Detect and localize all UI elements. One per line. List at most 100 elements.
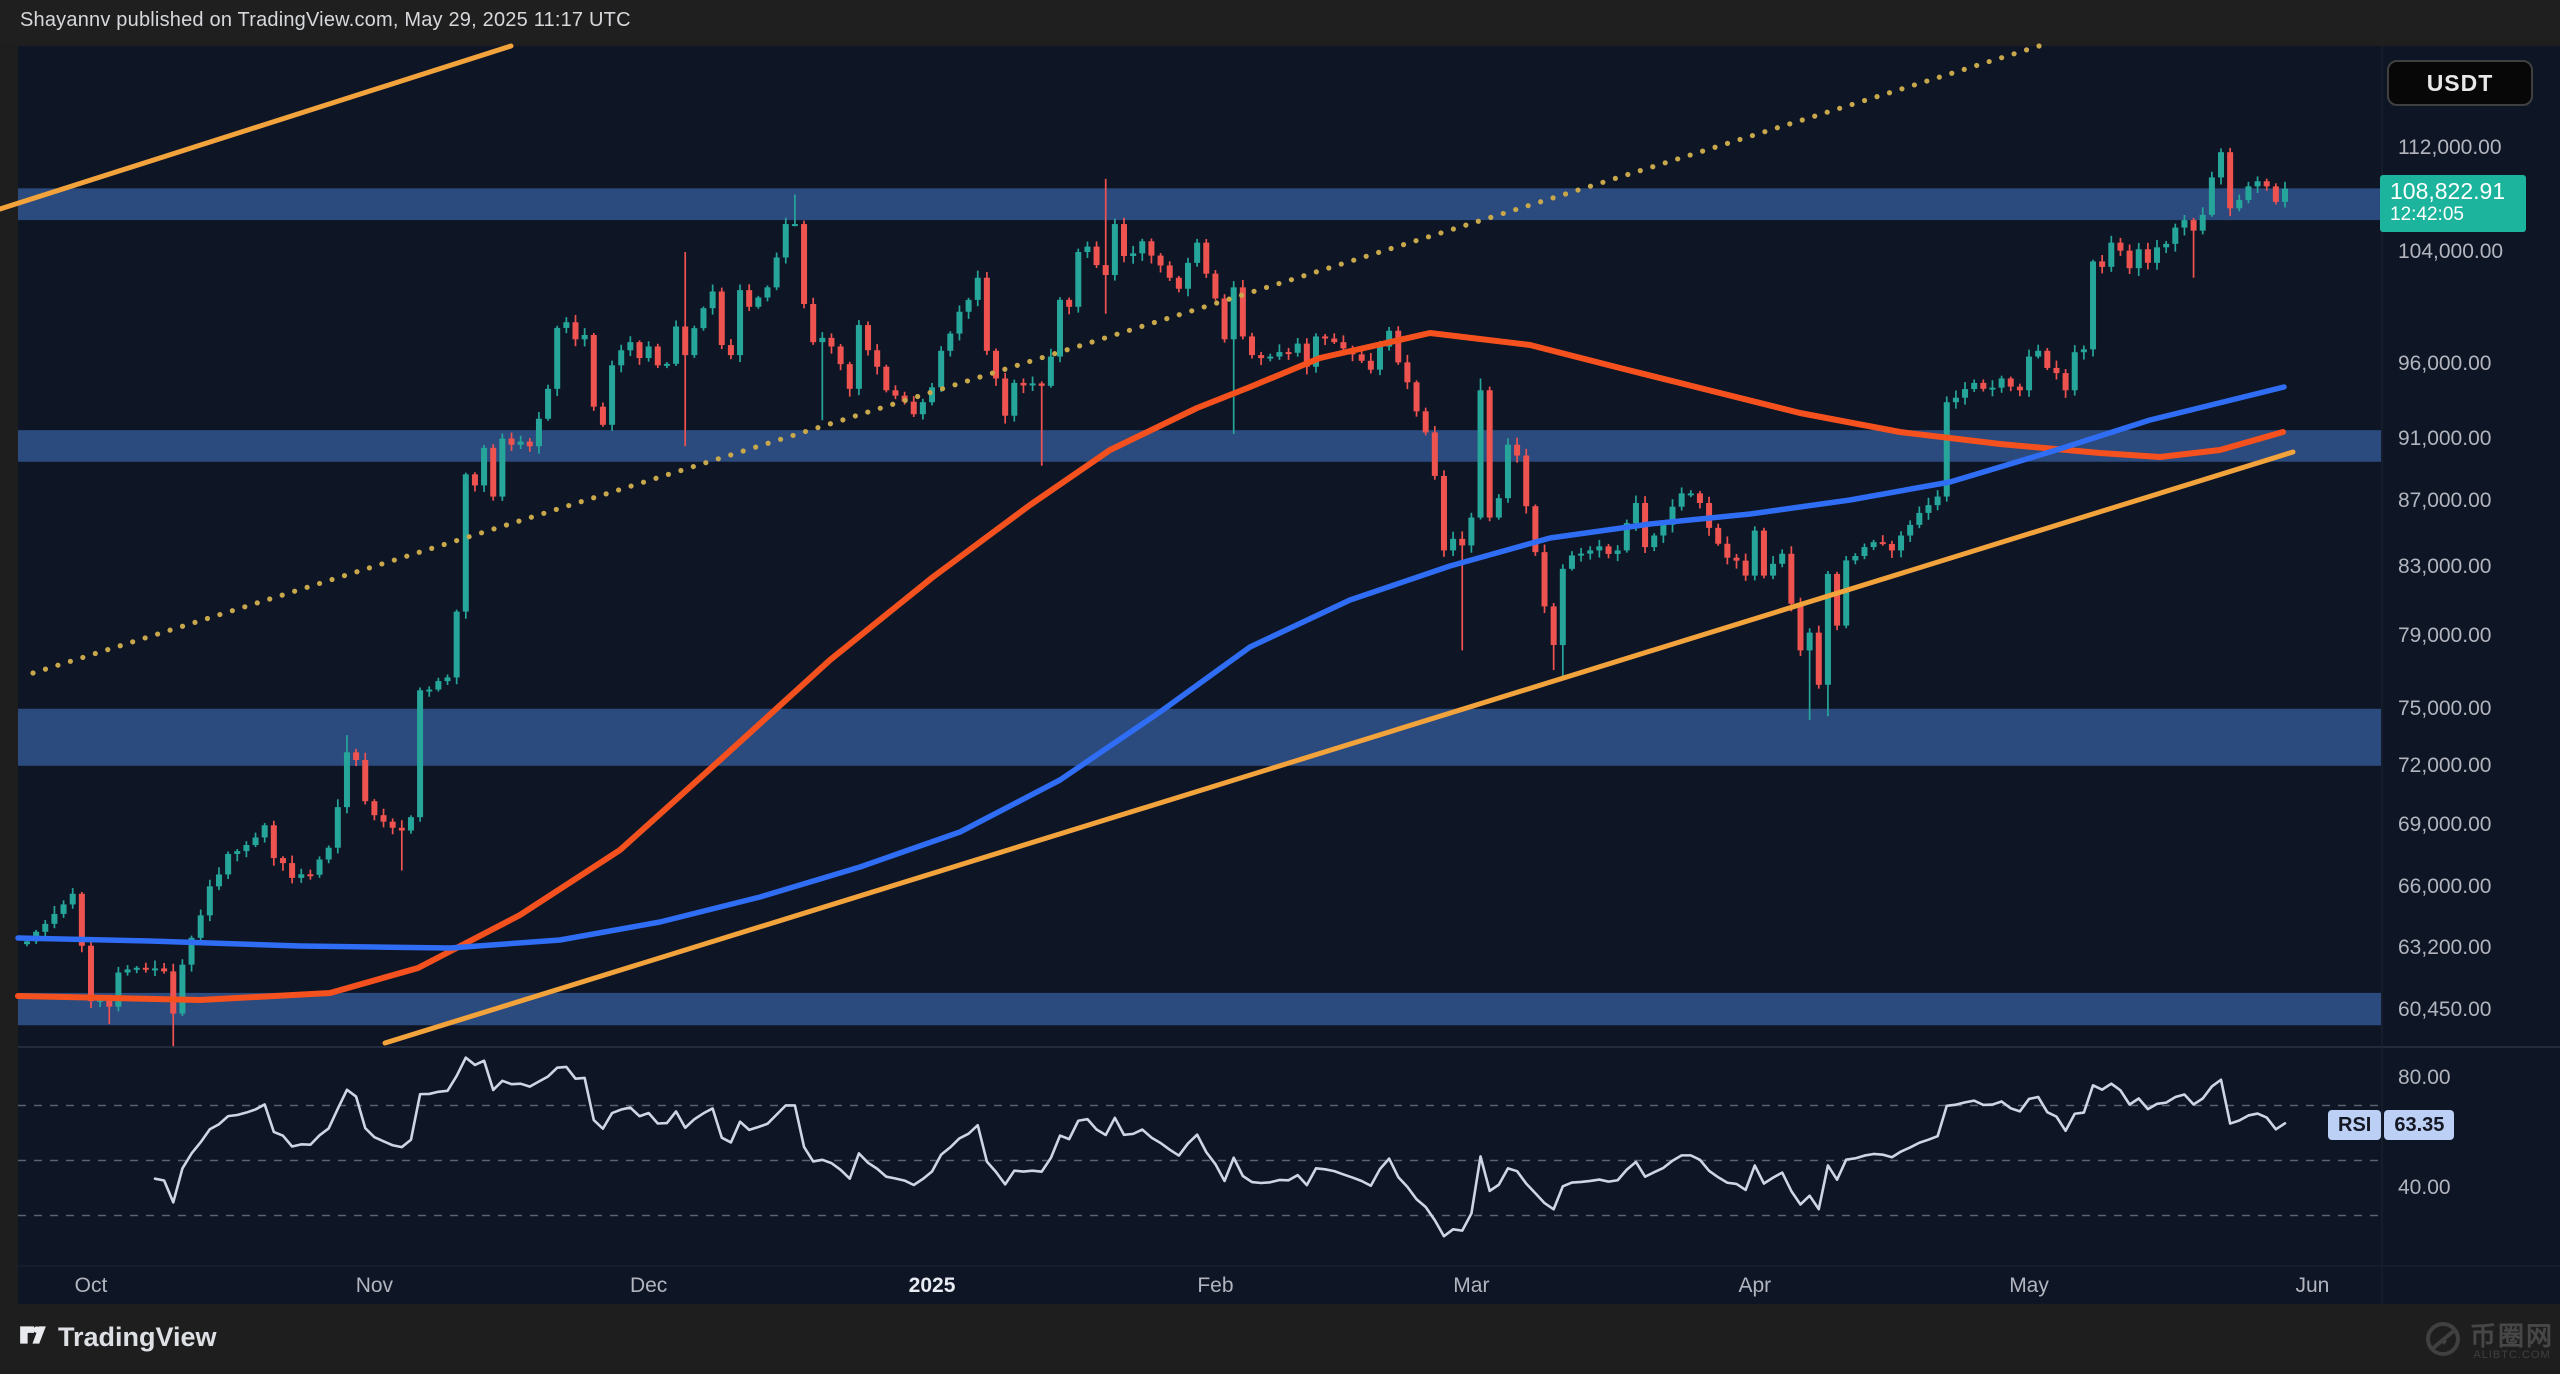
candle-body bbox=[2255, 181, 2261, 186]
watermark-cn-text: 币圈网 bbox=[2470, 1323, 2554, 1349]
rsi-indicator-labels: RSI 63.35 bbox=[2328, 1110, 2454, 1140]
tradingview-branding[interactable]: TradingView bbox=[18, 1320, 217, 1355]
dotted-trendline-dot bbox=[516, 519, 521, 524]
candle-body bbox=[1578, 554, 1584, 556]
dotted-trendline-dot bbox=[1513, 207, 1518, 212]
candle-body bbox=[1679, 493, 1685, 506]
dotted-trendline-dot bbox=[30, 670, 35, 675]
dotted-trendline-dot bbox=[666, 472, 671, 477]
candle-body bbox=[1094, 247, 1100, 265]
rsi-name-badge[interactable]: RSI bbox=[2328, 1110, 2381, 1140]
candle-body bbox=[1011, 383, 1017, 416]
tradingview-logo-icon bbox=[18, 1320, 48, 1355]
candle-body bbox=[2017, 387, 2023, 391]
dotted-trendline-dot bbox=[1438, 230, 1443, 235]
candle-body bbox=[1148, 241, 1154, 255]
candle-body bbox=[874, 350, 880, 367]
dotted-trendline-dot bbox=[1289, 277, 1294, 282]
dotted-trendline-dot bbox=[1700, 149, 1705, 154]
candle-body bbox=[1203, 243, 1209, 274]
candle-body bbox=[298, 874, 304, 878]
dotted-trendline-dot bbox=[927, 390, 932, 395]
candle-body bbox=[1249, 336, 1255, 355]
candle-body bbox=[1907, 525, 1913, 536]
dotted-trendline-dot bbox=[491, 526, 496, 531]
candle-body bbox=[152, 968, 158, 970]
dotted-trendline-dot bbox=[1899, 86, 1904, 91]
candle-body bbox=[1286, 352, 1292, 354]
dotted-trendline-dot bbox=[828, 421, 833, 426]
candle-body bbox=[1797, 604, 1803, 651]
candle-body bbox=[253, 837, 259, 845]
dotted-trendline-dot bbox=[417, 550, 422, 555]
tradingview-brand-text: TradingView bbox=[58, 1322, 217, 1353]
candle-body bbox=[1807, 633, 1813, 651]
dotted-trendline-dot bbox=[1663, 160, 1668, 165]
dotted-trendline-dot bbox=[803, 429, 808, 434]
candle-body bbox=[1925, 505, 1931, 513]
candle-body bbox=[481, 448, 487, 486]
dotted-trendline-dot bbox=[1102, 335, 1107, 340]
candle-body bbox=[1121, 224, 1127, 256]
candle-body bbox=[1295, 344, 1301, 353]
dotted-trendline-dot bbox=[1999, 55, 2004, 60]
sr-band bbox=[18, 188, 2381, 220]
dotted-trendline-dot bbox=[1376, 250, 1381, 255]
candle-body bbox=[883, 367, 889, 391]
price-tick-label: 75,000.00 bbox=[2398, 697, 2491, 721]
dotted-trendline-dot bbox=[778, 437, 783, 442]
chart-canvas[interactable] bbox=[0, 0, 2560, 1374]
dotted-trendline-dot bbox=[192, 620, 197, 625]
candle-body bbox=[746, 290, 752, 307]
dotted-trendline-dot bbox=[579, 499, 584, 504]
candle-body bbox=[207, 886, 213, 915]
candle-body bbox=[2227, 152, 2233, 208]
dotted-trendline-dot bbox=[1189, 308, 1194, 313]
candle-body bbox=[1834, 574, 1840, 626]
dotted-trendline-dot bbox=[255, 600, 260, 605]
dotted-trendline-dot bbox=[155, 631, 160, 636]
price-tick-label: 63,200.00 bbox=[2398, 936, 2491, 960]
candle-body bbox=[1414, 382, 1420, 411]
candle-body bbox=[1231, 287, 1237, 339]
candle-body bbox=[710, 292, 716, 309]
dotted-trendline-dot bbox=[1924, 78, 1929, 83]
candle-body bbox=[2282, 189, 2288, 202]
dotted-trendline-dot bbox=[1339, 261, 1344, 266]
candle-body bbox=[2099, 261, 2105, 266]
candle-body bbox=[1404, 362, 1410, 382]
candle-body bbox=[1852, 556, 1858, 560]
candle-body bbox=[408, 817, 414, 830]
candle-body bbox=[1030, 383, 1036, 385]
site-watermark: 币圈网 ALIBTC.COM bbox=[2422, 1318, 2554, 1365]
tradingview-screenshot: Shayannv published on TradingView.com, M… bbox=[0, 0, 2560, 1374]
candle-body bbox=[1770, 564, 1776, 576]
candle-body bbox=[1898, 536, 1904, 551]
candle-body bbox=[1871, 542, 1877, 547]
candle-body bbox=[984, 278, 990, 351]
dotted-trendline-dot bbox=[641, 480, 646, 485]
candle-body bbox=[317, 859, 323, 874]
dotted-trendline-dot bbox=[1040, 355, 1045, 360]
dotted-trendline-dot bbox=[790, 433, 795, 438]
currency-toggle-button[interactable]: USDT bbox=[2387, 60, 2533, 106]
dotted-trendline-dot bbox=[1688, 152, 1693, 157]
candle-body bbox=[1057, 300, 1063, 357]
month-label: Dec bbox=[630, 1274, 667, 1298]
dotted-trendline-dot bbox=[205, 616, 210, 621]
candle-body bbox=[920, 402, 926, 414]
dotted-trendline-dot bbox=[479, 530, 484, 535]
candle-body bbox=[2008, 378, 2014, 386]
dotted-trendline-dot bbox=[1052, 351, 1057, 356]
candle-body bbox=[1459, 539, 1465, 546]
candle-body bbox=[1615, 550, 1621, 554]
candle-body bbox=[1359, 354, 1365, 360]
dotted-trendline-dot bbox=[1027, 359, 1032, 364]
last-price-label[interactable]: 108,822.91 12:42:05 bbox=[2380, 175, 2526, 232]
candle-body bbox=[1322, 336, 1328, 338]
candle-body bbox=[1542, 552, 1548, 606]
price-tick-label: 60,450.00 bbox=[2398, 998, 2491, 1022]
dotted-trendline-dot bbox=[977, 374, 982, 379]
candle-body bbox=[1487, 390, 1493, 517]
dotted-trendline-dot bbox=[1650, 164, 1655, 169]
